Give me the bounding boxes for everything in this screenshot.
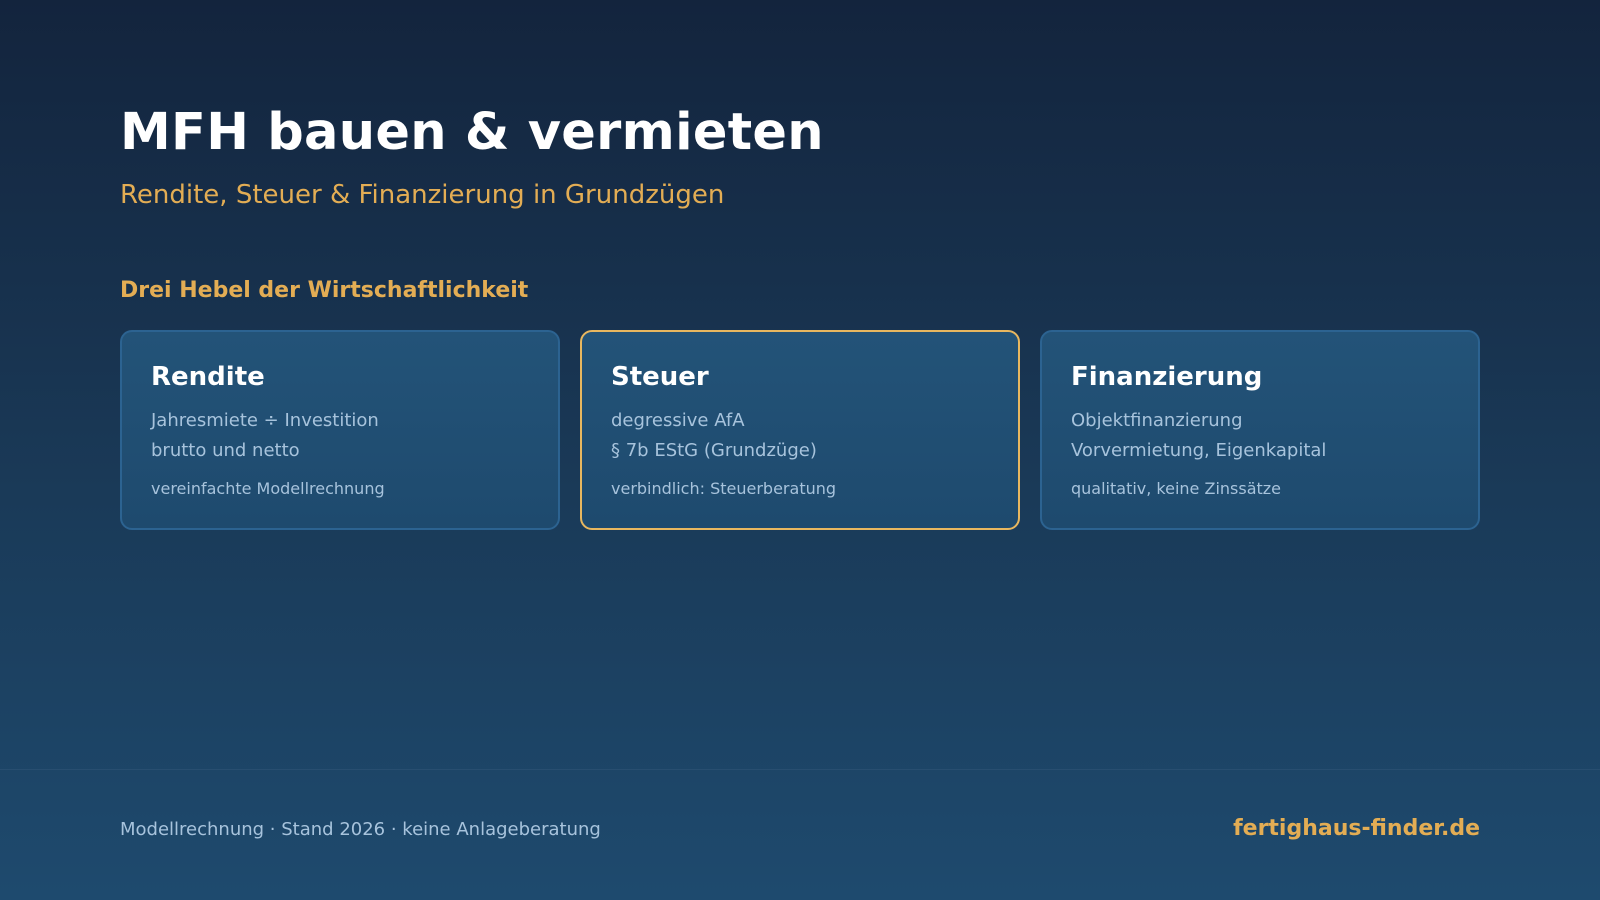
card-note: vereinfachte Modellrechnung [151,479,385,498]
lever-cards: Rendite Jahresmiete ÷ Investition brutto… [120,330,1480,530]
card-line: brutto und netto [151,440,300,461]
card-line: Jahresmiete ÷ Investition [151,410,379,431]
card-title: Finanzierung [1071,362,1263,392]
card-line: Vorvermietung, Eigenkapital [1071,440,1327,461]
footer: Modellrechnung · Stand 2026 · keine Anla… [0,769,1600,900]
card-finanzierung: Finanzierung Objektfinanzierung Vorvermi… [1040,330,1480,530]
page-subtitle: Rendite, Steuer & Finanzierung in Grundz… [120,180,725,210]
slide: { "header": { "title": "MFH bauen & verm… [0,0,1600,900]
card-steuer: Steuer degressive AfA § 7b EStG (Grundzü… [580,330,1020,530]
card-rendite: Rendite Jahresmiete ÷ Investition brutto… [120,330,560,530]
section-heading: Drei Hebel der Wirtschaftlichkeit [120,278,529,303]
brand-link[interactable]: fertighaus-finder.de [1233,815,1480,843]
card-line: Objektfinanzierung [1071,410,1243,431]
card-line: § 7b EStG (Grundzüge) [611,440,817,461]
page-title: MFH bauen & vermieten [120,103,824,162]
card-line: degressive AfA [611,410,745,431]
card-note: verbindlich: Steuerberatung [611,479,837,498]
card-note: qualitativ, keine Zinssätze [1071,479,1282,498]
card-title: Steuer [611,362,709,392]
footer-disclaimer: Modellrechnung · Stand 2026 · keine Anla… [120,819,601,840]
card-title: Rendite [151,362,265,392]
